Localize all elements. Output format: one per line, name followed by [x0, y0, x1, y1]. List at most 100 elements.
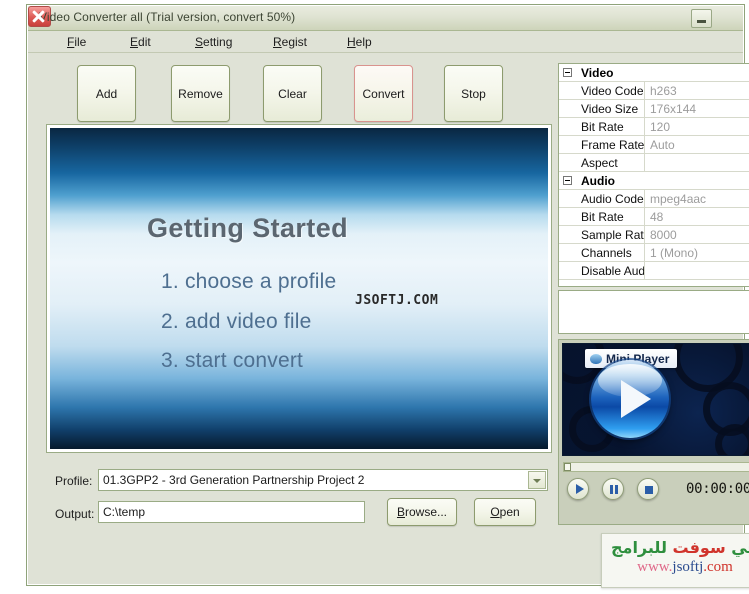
profile-label: Profile: — [55, 474, 92, 488]
property-description-pane — [558, 290, 749, 334]
output-path-input[interactable]: C:\temp — [98, 501, 365, 523]
decorative-swirl-icon — [715, 424, 749, 456]
property-category-audio-label: Audio — [581, 174, 615, 188]
menu-item-regist[interactable]: Regist — [269, 34, 311, 50]
site-watermark-url: www.jsoftj.com — [602, 559, 749, 576]
menu-setting-mnemonic: S — [195, 35, 203, 49]
property-name-sample-rate: Sample Rate — [559, 226, 645, 243]
table-row[interactable]: Aspect — [559, 154, 749, 172]
menu-item-setting[interactable]: Setting — [191, 34, 236, 50]
property-name-frame-rate: Frame Rate — [559, 136, 645, 153]
table-row[interactable]: Video Size 176x144 — [559, 100, 749, 118]
menu-item-file[interactable]: File — [63, 34, 90, 50]
collapse-icon[interactable] — [563, 68, 572, 77]
pause-icon — [610, 485, 613, 494]
window-title: Video Converter all (Trial version, conv… — [39, 10, 295, 24]
pause-icon-bar2 — [615, 485, 618, 494]
minimize-button[interactable] — [691, 9, 712, 28]
player-seek-thumb[interactable] — [564, 463, 571, 471]
player-video-surface[interactable]: Mini Player — [562, 343, 749, 456]
site-watermark-url-part1: www. — [637, 559, 672, 575]
property-name-audio-codec: Audio Codec — [559, 190, 645, 207]
site-watermark-arabic: جي سوفت للبرامج — [602, 538, 749, 557]
profile-select[interactable]: 01.3GPP2 - 3rd Generation Partnership Pr… — [98, 469, 548, 491]
property-value-sample-rate[interactable]: 8000 — [645, 226, 749, 243]
site-watermark-url-part3: .com — [703, 559, 733, 575]
player-time-display: 00:00:00 — [686, 481, 749, 497]
getting-started-screen: Getting Started 1. choose a profile 2. a… — [50, 128, 548, 449]
browse-button[interactable]: Browse... — [387, 498, 457, 526]
stop-button[interactable]: Stop — [444, 65, 503, 122]
collapse-icon[interactable] — [563, 176, 572, 185]
property-value-video-bit-rate[interactable]: 120 — [645, 118, 749, 135]
menu-regist-rest: egist — [282, 35, 307, 49]
open-rest: pen — [500, 505, 520, 519]
getting-started-step-3: 3. start convert — [161, 349, 303, 373]
table-row[interactable]: Video Codec h263 — [559, 82, 749, 100]
browse-mnemonic: B — [397, 505, 405, 519]
menu-help-mnemonic: H — [347, 35, 356, 49]
property-grid[interactable]: Video Video Codec h263 Video Size 176x14… — [558, 63, 749, 287]
menu-bar: File Edit Setting Regist Help — [28, 31, 743, 53]
property-value-frame-rate[interactable]: Auto — [645, 136, 749, 153]
table-row[interactable]: Bit Rate 120 — [559, 118, 749, 136]
table-row[interactable]: Disable Audio — [559, 262, 749, 280]
property-value-video-size[interactable]: 176x144 — [645, 100, 749, 117]
property-name-audio-bit-rate: Bit Rate — [559, 208, 645, 225]
mini-player-panel: Mini Player 00:00:00 — [558, 339, 749, 525]
property-name-video-codec: Video Codec — [559, 82, 645, 99]
site-watermark-arabic-part3: للبرامج — [611, 538, 673, 557]
open-button[interactable]: Open — [474, 498, 536, 526]
open-mnemonic: O — [490, 505, 499, 519]
chevron-down-icon[interactable] — [528, 471, 546, 489]
property-category-video-label: Video — [581, 66, 613, 80]
menu-item-edit[interactable]: Edit — [126, 34, 155, 50]
getting-started-title: Getting Started — [147, 213, 348, 244]
menu-setting-rest: etting — [203, 35, 232, 49]
convert-button[interactable]: Convert — [354, 65, 413, 122]
table-row[interactable]: Sample Rate 8000 — [559, 226, 749, 244]
menu-file-rest: ile — [74, 35, 86, 49]
remove-button[interactable]: Remove — [171, 65, 230, 122]
menu-regist-mnemonic: R — [273, 35, 282, 49]
property-value-channels[interactable]: 1 (Mono) — [645, 244, 749, 261]
property-grid-spacer — [559, 280, 749, 287]
table-row[interactable]: Bit Rate 48 — [559, 208, 749, 226]
player-pause-button[interactable] — [602, 478, 624, 500]
property-name-disable-audio: Disable Audio — [559, 262, 645, 279]
menu-edit-rest: dit — [138, 35, 151, 49]
player-stop-button[interactable] — [637, 478, 659, 500]
property-name-channels: Channels — [559, 244, 645, 261]
property-value-video-codec[interactable]: h263 — [645, 82, 749, 99]
player-seek-slider[interactable] — [563, 462, 749, 472]
browse-rest: rowse... — [405, 505, 447, 519]
table-row[interactable]: Channels 1 (Mono) — [559, 244, 749, 262]
getting-started-step-1: 1. choose a profile — [161, 270, 336, 294]
property-value-aspect[interactable] — [645, 154, 749, 171]
menu-edit-mnemonic: E — [130, 35, 138, 49]
table-row[interactable]: Audio Codec mpeg4aac — [559, 190, 749, 208]
preview-watermark-text: JSOFTJ.COM — [355, 293, 438, 308]
property-value-disable-audio[interactable] — [645, 262, 749, 279]
property-value-audio-bit-rate[interactable]: 48 — [645, 208, 749, 225]
site-watermark-url-part2: jsoftj — [672, 559, 703, 575]
add-button[interactable]: Add — [77, 65, 136, 122]
site-watermark: جي سوفت للبرامج www.jsoftj.com — [601, 533, 749, 588]
property-name-video-size: Video Size — [559, 100, 645, 117]
property-name-video-bit-rate: Bit Rate — [559, 118, 645, 135]
property-category-audio[interactable]: Audio — [559, 172, 749, 190]
play-icon — [621, 380, 651, 418]
getting-started-step-2: 2. add video file — [161, 310, 312, 334]
title-bar: Video Converter all (Trial version, conv… — [28, 6, 743, 31]
property-name-aspect: Aspect — [559, 154, 645, 171]
mini-player-icon — [590, 354, 602, 364]
menu-item-help[interactable]: Help — [343, 34, 376, 50]
property-value-audio-codec[interactable]: mpeg4aac — [645, 190, 749, 207]
clear-button[interactable]: Clear — [263, 65, 322, 122]
property-category-video[interactable]: Video — [559, 64, 749, 82]
player-play-button[interactable] — [567, 478, 589, 500]
application-window: Video Converter all (Trial version, conv… — [26, 4, 745, 586]
play-overlay-button[interactable] — [591, 360, 669, 438]
table-row[interactable]: Frame Rate Auto — [559, 136, 749, 154]
site-watermark-arabic-part2: سوفت — [673, 538, 726, 557]
